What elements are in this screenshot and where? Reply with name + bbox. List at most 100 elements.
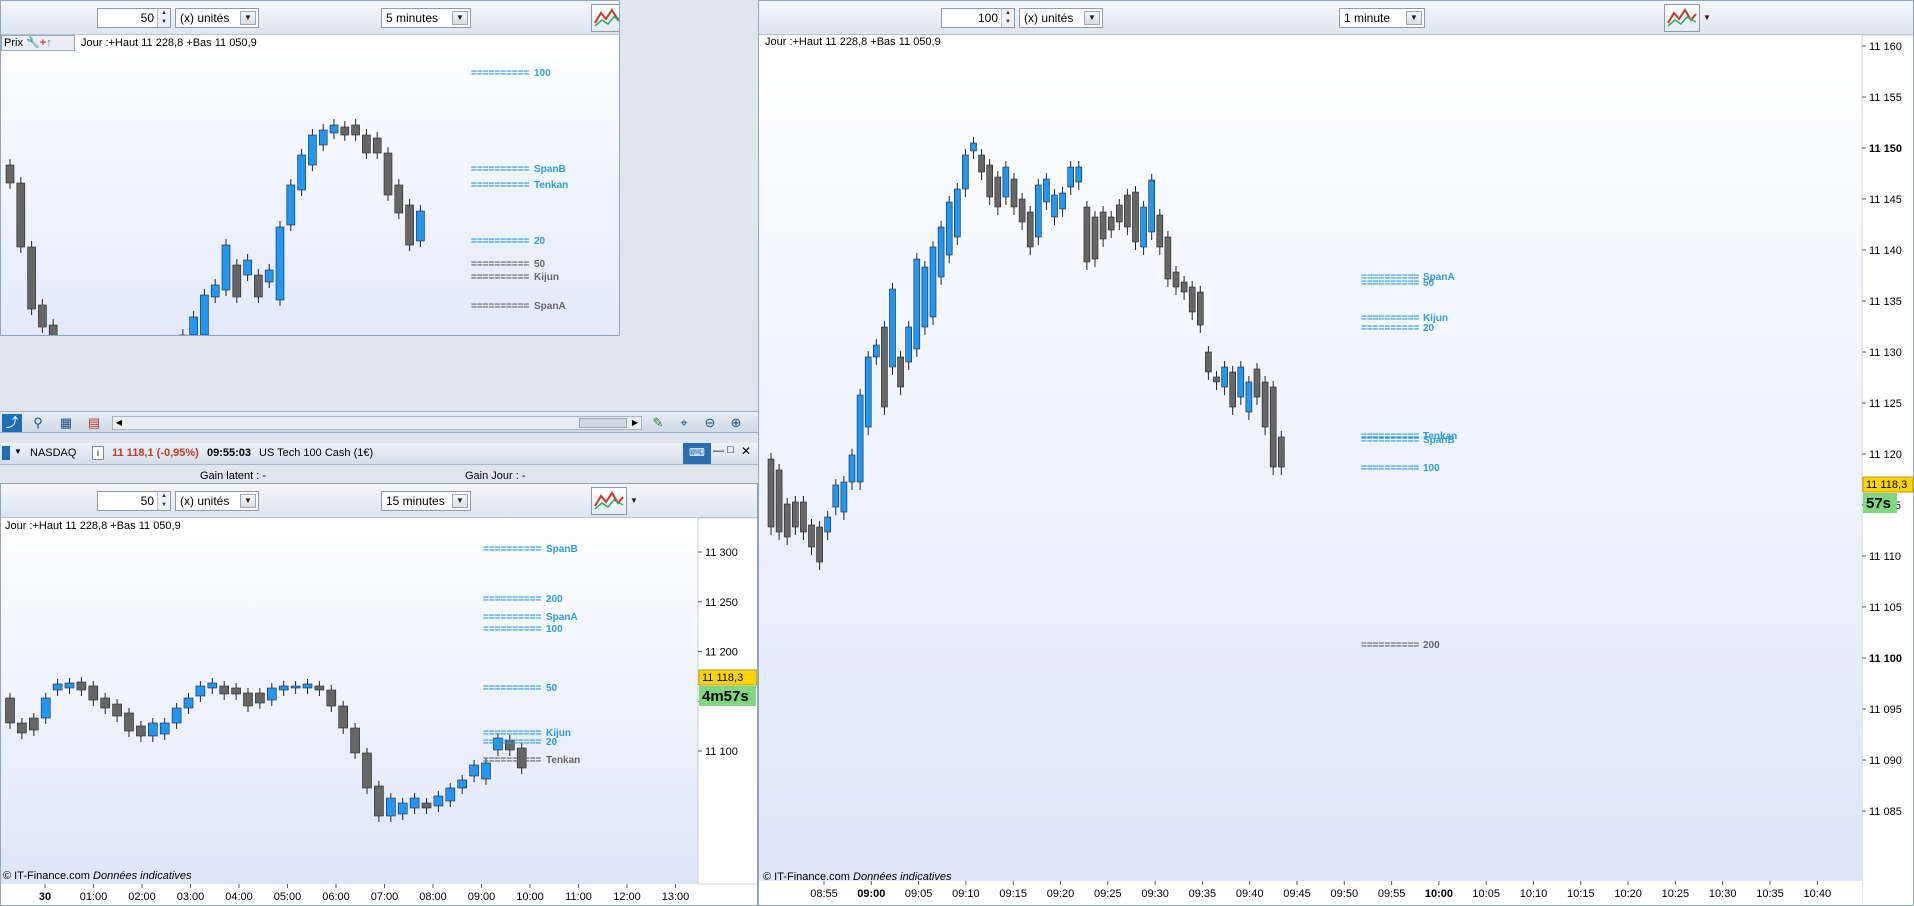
spinner-arrows-icon[interactable]: ▲ ▼ — [157, 492, 170, 510]
keyboard-icon[interactable]: ⌨ — [683, 443, 711, 464]
candle-body — [1148, 179, 1156, 233]
candle-body — [1245, 381, 1253, 413]
candle-body — [278, 685, 289, 691]
candle-body — [1124, 194, 1131, 228]
candle-body — [314, 685, 325, 691]
units-type-select[interactable]: (x) unités ▼ — [175, 491, 259, 511]
timeframe-select[interactable]: 1 minute ▼ — [1339, 8, 1425, 28]
candle-body — [171, 707, 182, 724]
units-value: 50 — [140, 11, 154, 25]
candle-body — [1164, 236, 1172, 280]
x-tick-label: 10:35 — [1756, 888, 1784, 900]
market-dropdown-icon[interactable]: ▼ — [14, 447, 22, 456]
zoom-out-icon[interactable]: ⊖ — [700, 414, 720, 432]
candle-body — [329, 124, 339, 134]
units-spinner[interactable]: 50 ▲ ▼ — [97, 8, 171, 28]
price-tag-label: 11 118,3 — [702, 672, 743, 684]
units-type-select[interactable]: (x) unités ▼ — [1019, 8, 1103, 28]
candle-body — [318, 129, 328, 146]
candle-body — [824, 516, 831, 533]
close-icon[interactable]: ✕ — [741, 444, 751, 458]
scrollbar[interactable]: ◀ ▶ — [112, 416, 642, 430]
y-tick-label: 11 110 — [1869, 551, 1901, 563]
maximize-icon[interactable]: □ — [727, 444, 734, 456]
candle-body — [1196, 291, 1204, 326]
candle-body — [1132, 191, 1139, 243]
units-spinner[interactable]: 50 ▲ ▼ — [97, 491, 171, 511]
units-spinner[interactable]: 100 ▲ ▼ — [941, 8, 1015, 28]
candle-body — [775, 469, 783, 533]
x-tick-label: 09:50 — [1331, 888, 1359, 900]
market-label[interactable]: NASDAQ — [30, 447, 76, 459]
candle-body — [937, 226, 945, 278]
chevron-down-icon[interactable]: ▼ — [1406, 11, 1422, 25]
spinner-arrows-icon[interactable]: ▲ ▼ — [1001, 9, 1014, 27]
candle-body — [416, 210, 425, 242]
copyright: © IT-Finance.com Données indicatives — [3, 870, 191, 882]
x-tick-label: 13:00 — [662, 891, 690, 903]
level-label: 50 — [546, 683, 558, 694]
chart-toolbar: 50 ▲ ▼ (x) unités ▼ 15 minutes ▼ ▼ — [1, 484, 757, 518]
level-label: 100 — [1423, 463, 1440, 474]
scroll-left-icon[interactable]: ◀ — [113, 417, 125, 429]
timeframe-label: 5 minutes — [386, 11, 439, 25]
candle-body — [1172, 271, 1180, 288]
scroll-right-icon[interactable]: ▶ — [629, 417, 641, 429]
chevron-down-icon[interactable]: ▼ — [1084, 11, 1100, 25]
minimize-icon[interactable]: — — [713, 445, 724, 457]
units-type-label: (x) unités — [180, 11, 230, 25]
indicators-button[interactable] — [591, 4, 619, 32]
chevron-down-icon[interactable]: ▼ — [240, 11, 256, 25]
chevron-down-icon[interactable]: ▼ — [452, 494, 468, 508]
timeframe-label: 1 minute — [1344, 11, 1391, 25]
y-tick-label: 11 100 — [1869, 653, 1902, 665]
candle-body — [28, 717, 39, 731]
favorite-icon[interactable] — [2, 446, 10, 460]
candle-body — [405, 204, 414, 246]
candle-body — [994, 176, 1002, 208]
candle-body — [1180, 281, 1188, 293]
info-icon[interactable]: i — [92, 446, 104, 460]
chevron-down-icon[interactable]: ▼ — [240, 494, 256, 508]
x-tick-label: 09:05 — [905, 888, 933, 900]
candle-body — [905, 326, 912, 363]
x-tick-label: 08:55 — [810, 888, 838, 900]
draw-tool-icon[interactable]: ✎ — [648, 414, 668, 432]
candle-body — [978, 154, 985, 173]
candle-body — [17, 722, 27, 734]
indicators-button[interactable] — [1664, 4, 1700, 32]
indicators-dropdown-icon[interactable]: ▼ — [1700, 7, 1714, 29]
chart-panel-1min: 100 ▲ ▼ (x) unités ▼ 1 minute ▼ ▼ Jour :+… — [758, 0, 1914, 906]
chevron-down-icon[interactable]: ▼ — [452, 11, 468, 25]
zoom-in-icon[interactable]: ⊕ — [726, 414, 746, 432]
level-line: ========== — [1361, 323, 1420, 334]
instrument-name: US Tech 100 Cash (1€) — [259, 447, 374, 459]
y-tick-label: 11 250 — [705, 597, 738, 609]
x-tick-label: 06:00 — [322, 891, 350, 903]
candle-timer-label: 4m57s — [702, 688, 749, 705]
timeframe-label: 15 minutes — [386, 494, 445, 508]
grid-icon[interactable]: ▤ — [84, 414, 104, 432]
x-tick-label: 07:00 — [371, 891, 399, 903]
timeframe-select[interactable]: 15 minutes ▼ — [381, 491, 471, 511]
candle-body — [207, 682, 218, 689]
candle-body — [40, 697, 51, 719]
x-tick-label: 01:00 — [80, 891, 108, 903]
zoom-fit-icon[interactable]: ⌖ — [674, 414, 694, 432]
link-icon[interactable]: ⚲ — [28, 414, 48, 432]
timeframe-select[interactable]: 5 minutes ▼ — [381, 8, 471, 28]
units-type-select[interactable]: (x) unités ▼ — [175, 8, 259, 28]
level-line: ========== — [483, 683, 542, 694]
level-line: ========== — [471, 180, 530, 191]
y-tick-label: 11 105 — [1869, 602, 1902, 614]
spinner-arrows-icon[interactable]: ▲ ▼ — [157, 9, 170, 27]
candle-body — [1026, 211, 1034, 248]
indicators-dropdown-icon[interactable]: ▼ — [627, 490, 641, 512]
calculator-icon[interactable]: ▦ — [56, 414, 76, 432]
x-tick-label: 10:15 — [1567, 888, 1595, 900]
candle-timer-label: 57s — [1866, 495, 1891, 512]
scroll-thumb[interactable] — [579, 418, 627, 428]
candle-body — [200, 294, 209, 335]
share-icon[interactable]: ⤴ — [2, 414, 22, 432]
indicators-button[interactable] — [591, 487, 627, 515]
